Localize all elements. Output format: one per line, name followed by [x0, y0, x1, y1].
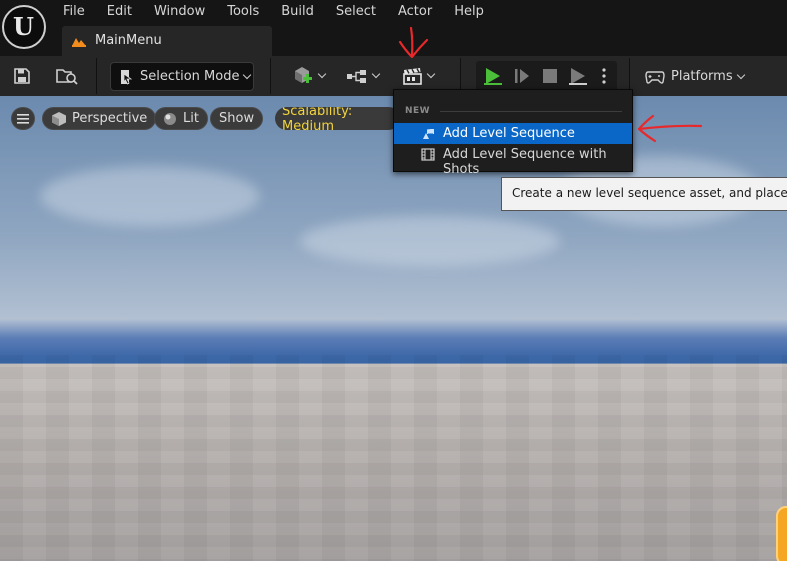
hamburger-icon [17, 113, 29, 124]
menu-window[interactable]: Window [143, 0, 216, 24]
platforms-icon [645, 70, 665, 84]
tooltip: Create a new level sequence asset, and p… [501, 177, 787, 211]
menu-tools[interactable]: Tools [216, 0, 270, 24]
more-options-button[interactable] [594, 61, 614, 91]
play-icon [484, 68, 502, 85]
unreal-logo-icon[interactable]: U [2, 5, 46, 49]
checker-floor [0, 355, 787, 561]
content-browser-button[interactable] [52, 60, 82, 92]
toolbar-separator [270, 58, 271, 94]
chevron-down-icon [736, 70, 745, 79]
play-button[interactable] [480, 61, 506, 91]
selection-mode-label: Selection Mode [140, 69, 240, 84]
blueprint-icon [346, 70, 366, 83]
chevron-down-icon [426, 69, 435, 79]
title-bar: U File Edit Window Tools Build Select Ac… [0, 0, 787, 56]
cinematics-icon [402, 68, 422, 85]
menu-section-header: NEW [405, 106, 431, 116]
tab-label: MainMenu [95, 33, 162, 48]
cinematics-button[interactable] [398, 60, 438, 92]
save-icon [14, 68, 30, 84]
menu-build[interactable]: Build [270, 0, 325, 24]
platforms-label: Platforms [671, 69, 733, 84]
menu-edit[interactable]: Edit [96, 0, 143, 24]
perspective-button[interactable]: Perspective [42, 107, 157, 130]
level-icon [72, 38, 86, 47]
sky-cloud [300, 216, 560, 266]
perspective-label: Perspective [72, 111, 148, 126]
selection-mode-icon [121, 69, 133, 85]
add-level-sequence-with-shots-item[interactable]: Add Level Sequence with Shots [394, 144, 632, 177]
blueprint-button[interactable] [342, 60, 382, 92]
view-mode-button[interactable]: Lit [154, 107, 208, 130]
menu-item-label: Add Level Sequence [443, 126, 575, 141]
add-actor-icon [294, 67, 312, 83]
level-sequence-icon [423, 127, 435, 139]
show-button[interactable]: Show [210, 107, 264, 130]
advance-frame-icon [515, 69, 529, 83]
menu-help[interactable]: Help [443, 0, 495, 24]
add-level-sequence-item[interactable]: Add Level Sequence [394, 123, 632, 144]
cinematics-menu: NEW Add Level Sequence Add Level Sequenc… [393, 89, 633, 177]
content-browser-icon [56, 69, 78, 85]
chevron-down-icon [371, 69, 380, 79]
menu-item-label: Add Level Sequence with Shots [443, 147, 607, 177]
menu-actor[interactable]: Actor [387, 0, 443, 24]
stop-icon [543, 69, 557, 83]
add-actor-button[interactable] [288, 60, 328, 92]
lit-sphere-icon [164, 112, 176, 125]
more-options-icon [602, 68, 606, 84]
actor-mesh[interactable] [776, 506, 787, 561]
chevron-down-icon [317, 69, 326, 79]
menu-divider [440, 111, 622, 112]
scalability-label: Scalability: Medium [282, 107, 353, 130]
eject-button[interactable] [565, 61, 591, 91]
tab-mainmenu[interactable]: MainMenu [62, 26, 272, 56]
viewport-options-button[interactable] [11, 107, 35, 130]
play-controls [476, 61, 617, 91]
save-button[interactable] [8, 60, 36, 92]
scalability-warning[interactable]: Scalability: Medium [275, 107, 400, 130]
selection-mode-dropdown[interactable]: Selection Mode [110, 62, 254, 91]
film-strip-icon [421, 148, 435, 161]
lit-label: Lit [183, 111, 199, 126]
main-menu: File Edit Window Tools Build Select Acto… [52, 0, 495, 24]
stop-button[interactable] [537, 61, 563, 91]
chevron-down-icon [243, 70, 252, 79]
cube-icon [52, 111, 66, 126]
platforms-dropdown[interactable]: Platforms [645, 62, 745, 91]
advance-frame-button[interactable] [509, 61, 535, 91]
menu-select[interactable]: Select [325, 0, 387, 24]
menu-file[interactable]: File [52, 0, 96, 24]
toolbar-separator [96, 58, 97, 94]
sky-cloud [40, 166, 260, 226]
eject-icon [569, 68, 587, 85]
show-label: Show [219, 111, 255, 126]
